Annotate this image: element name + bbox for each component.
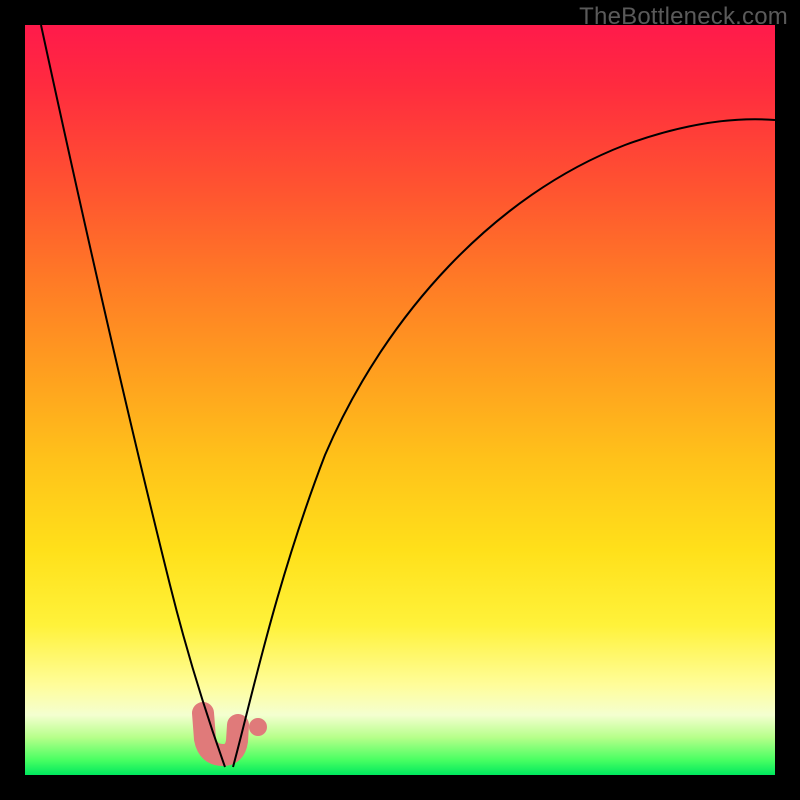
chart-frame bbox=[25, 25, 775, 775]
chart-svg bbox=[25, 25, 775, 775]
curve-right-branch bbox=[233, 119, 775, 767]
highlight-dot bbox=[249, 718, 267, 736]
curve-left-branch bbox=[41, 25, 225, 767]
watermark-text: TheBottleneck.com bbox=[579, 3, 788, 31]
